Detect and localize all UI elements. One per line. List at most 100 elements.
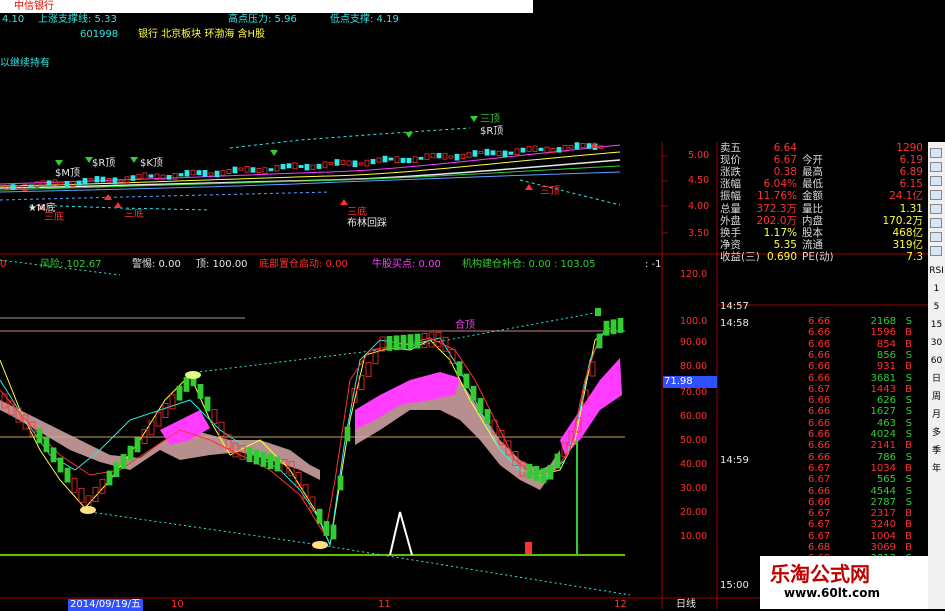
quote-row: 现价 6.67 今开 6.19	[718, 154, 925, 166]
axis-month-12: 12	[614, 599, 627, 610]
label-three-bottom-2: 三底	[124, 209, 144, 220]
cursor-date: 2014/09/19/五	[68, 599, 144, 611]
price-candle	[10, 184, 16, 190]
price-candle	[322, 161, 328, 169]
toolbar-icon[interactable]	[930, 176, 942, 186]
tick-volume: 1596	[870, 327, 896, 339]
price-candle	[412, 156, 418, 164]
quote-label: 总量	[720, 202, 741, 215]
quote-row: 卖五 6.64 1290	[718, 142, 925, 154]
price-candle	[82, 177, 88, 185]
osc-tick-60: 60.00	[680, 411, 708, 422]
period-label[interactable]: 日线	[676, 599, 696, 611]
price-candle	[88, 178, 94, 182]
tick-price: 6.66	[808, 485, 831, 497]
period-button[interactable]: 周	[929, 392, 944, 403]
toolbar-icon[interactable]	[930, 246, 942, 256]
price-candle	[76, 180, 82, 186]
price-candle	[64, 181, 70, 188]
osc-bar	[554, 453, 561, 469]
osc-bar	[316, 508, 323, 524]
period-button[interactable]: 季	[929, 446, 944, 457]
quote-label-2: 流通	[802, 238, 823, 251]
osc-bar	[71, 477, 78, 493]
osc-bar	[386, 336, 393, 351]
price-candle	[418, 156, 424, 160]
price-candle	[364, 159, 370, 167]
osc-bar	[162, 403, 169, 418]
tick-volume: 856	[876, 349, 896, 361]
quote-label: 振幅	[720, 190, 741, 203]
axis-month-10: 10	[171, 599, 184, 610]
tick-price: 6.66	[808, 496, 831, 508]
price-candle	[496, 150, 502, 157]
toolbar-icon[interactable]	[930, 232, 942, 242]
tick-volume: 463	[876, 417, 896, 429]
price-candle	[292, 162, 298, 170]
osc-bar	[57, 457, 64, 473]
period-button[interactable]: 多	[929, 428, 944, 439]
quote-value-2: 6.15	[899, 178, 923, 191]
tick-price: 6.66	[808, 361, 831, 373]
osc-tick-10: 10.00	[680, 531, 708, 542]
price-candle	[208, 172, 214, 176]
period-button[interactable]: 1	[929, 284, 944, 295]
quote-label: 现价	[720, 154, 741, 167]
period-button[interactable]: RSI	[929, 266, 944, 277]
tick-price: 6.67	[808, 383, 831, 395]
tick-row: 6.66 786 S	[718, 452, 918, 464]
tick-price: 6.68	[808, 542, 831, 553]
price-candle	[394, 156, 400, 163]
osc-bar	[183, 377, 190, 392]
osc-bar	[540, 468, 547, 484]
watermark-url: www.60lt.com	[784, 586, 881, 600]
tick-price: 6.67	[808, 474, 831, 486]
osc-bar	[197, 383, 204, 399]
quote-value: 0.690	[766, 250, 797, 263]
toolbar-icon[interactable]	[930, 218, 942, 228]
osc-bar	[78, 487, 85, 503]
price-candle	[130, 175, 136, 181]
toolbar-icon[interactable]	[930, 204, 942, 214]
tick-side: B	[905, 338, 912, 350]
period-button[interactable]: 60	[929, 356, 944, 367]
period-button[interactable]: 5	[929, 302, 944, 313]
quote-label: 卖五	[720, 142, 741, 154]
osc-bar	[421, 333, 428, 348]
ind-bull: 牛股买点: 0.00	[372, 259, 441, 270]
quote-value: 5.35	[773, 238, 797, 251]
tick-time-1: 14:57	[720, 301, 749, 312]
tick-row: 6.67 1443 B	[718, 384, 918, 396]
osc-bar	[260, 451, 267, 467]
osc-bar	[456, 361, 463, 377]
osc-bar	[407, 334, 414, 350]
period-button[interactable]: 15	[929, 320, 944, 331]
period-button[interactable]: 30	[929, 338, 944, 349]
toolbar-icon[interactable]	[930, 190, 942, 200]
price-candle	[370, 159, 376, 165]
tick-volume: 3681	[870, 372, 896, 384]
price-candle	[262, 167, 268, 174]
period-button[interactable]: 月	[929, 410, 944, 421]
tick-price: 6.66	[808, 429, 831, 440]
price-candle	[400, 157, 406, 163]
osc-bar	[148, 420, 155, 436]
price-candle	[382, 155, 388, 163]
osc-bar	[337, 475, 344, 491]
toolbar-icon[interactable]	[930, 148, 942, 158]
price-candle	[526, 146, 532, 152]
quote-value-2: 6.19	[899, 154, 923, 167]
price-candle	[214, 170, 220, 178]
quote-value-2: 24.1亿	[889, 190, 923, 203]
tick-volume: 1004	[870, 530, 896, 542]
quote-label-2: 最高	[802, 166, 823, 179]
osc-bar	[617, 317, 624, 333]
quote-label-2: 最低	[802, 178, 823, 191]
price-tick-350: 3.50	[688, 228, 710, 239]
quote-value: 372.3万	[756, 202, 797, 215]
period-button[interactable]: 年	[929, 464, 944, 475]
osc-bar	[246, 447, 253, 463]
tick-volume: 3240	[870, 519, 896, 531]
period-button[interactable]: 日	[929, 374, 944, 385]
toolbar-icon[interactable]	[930, 162, 942, 172]
